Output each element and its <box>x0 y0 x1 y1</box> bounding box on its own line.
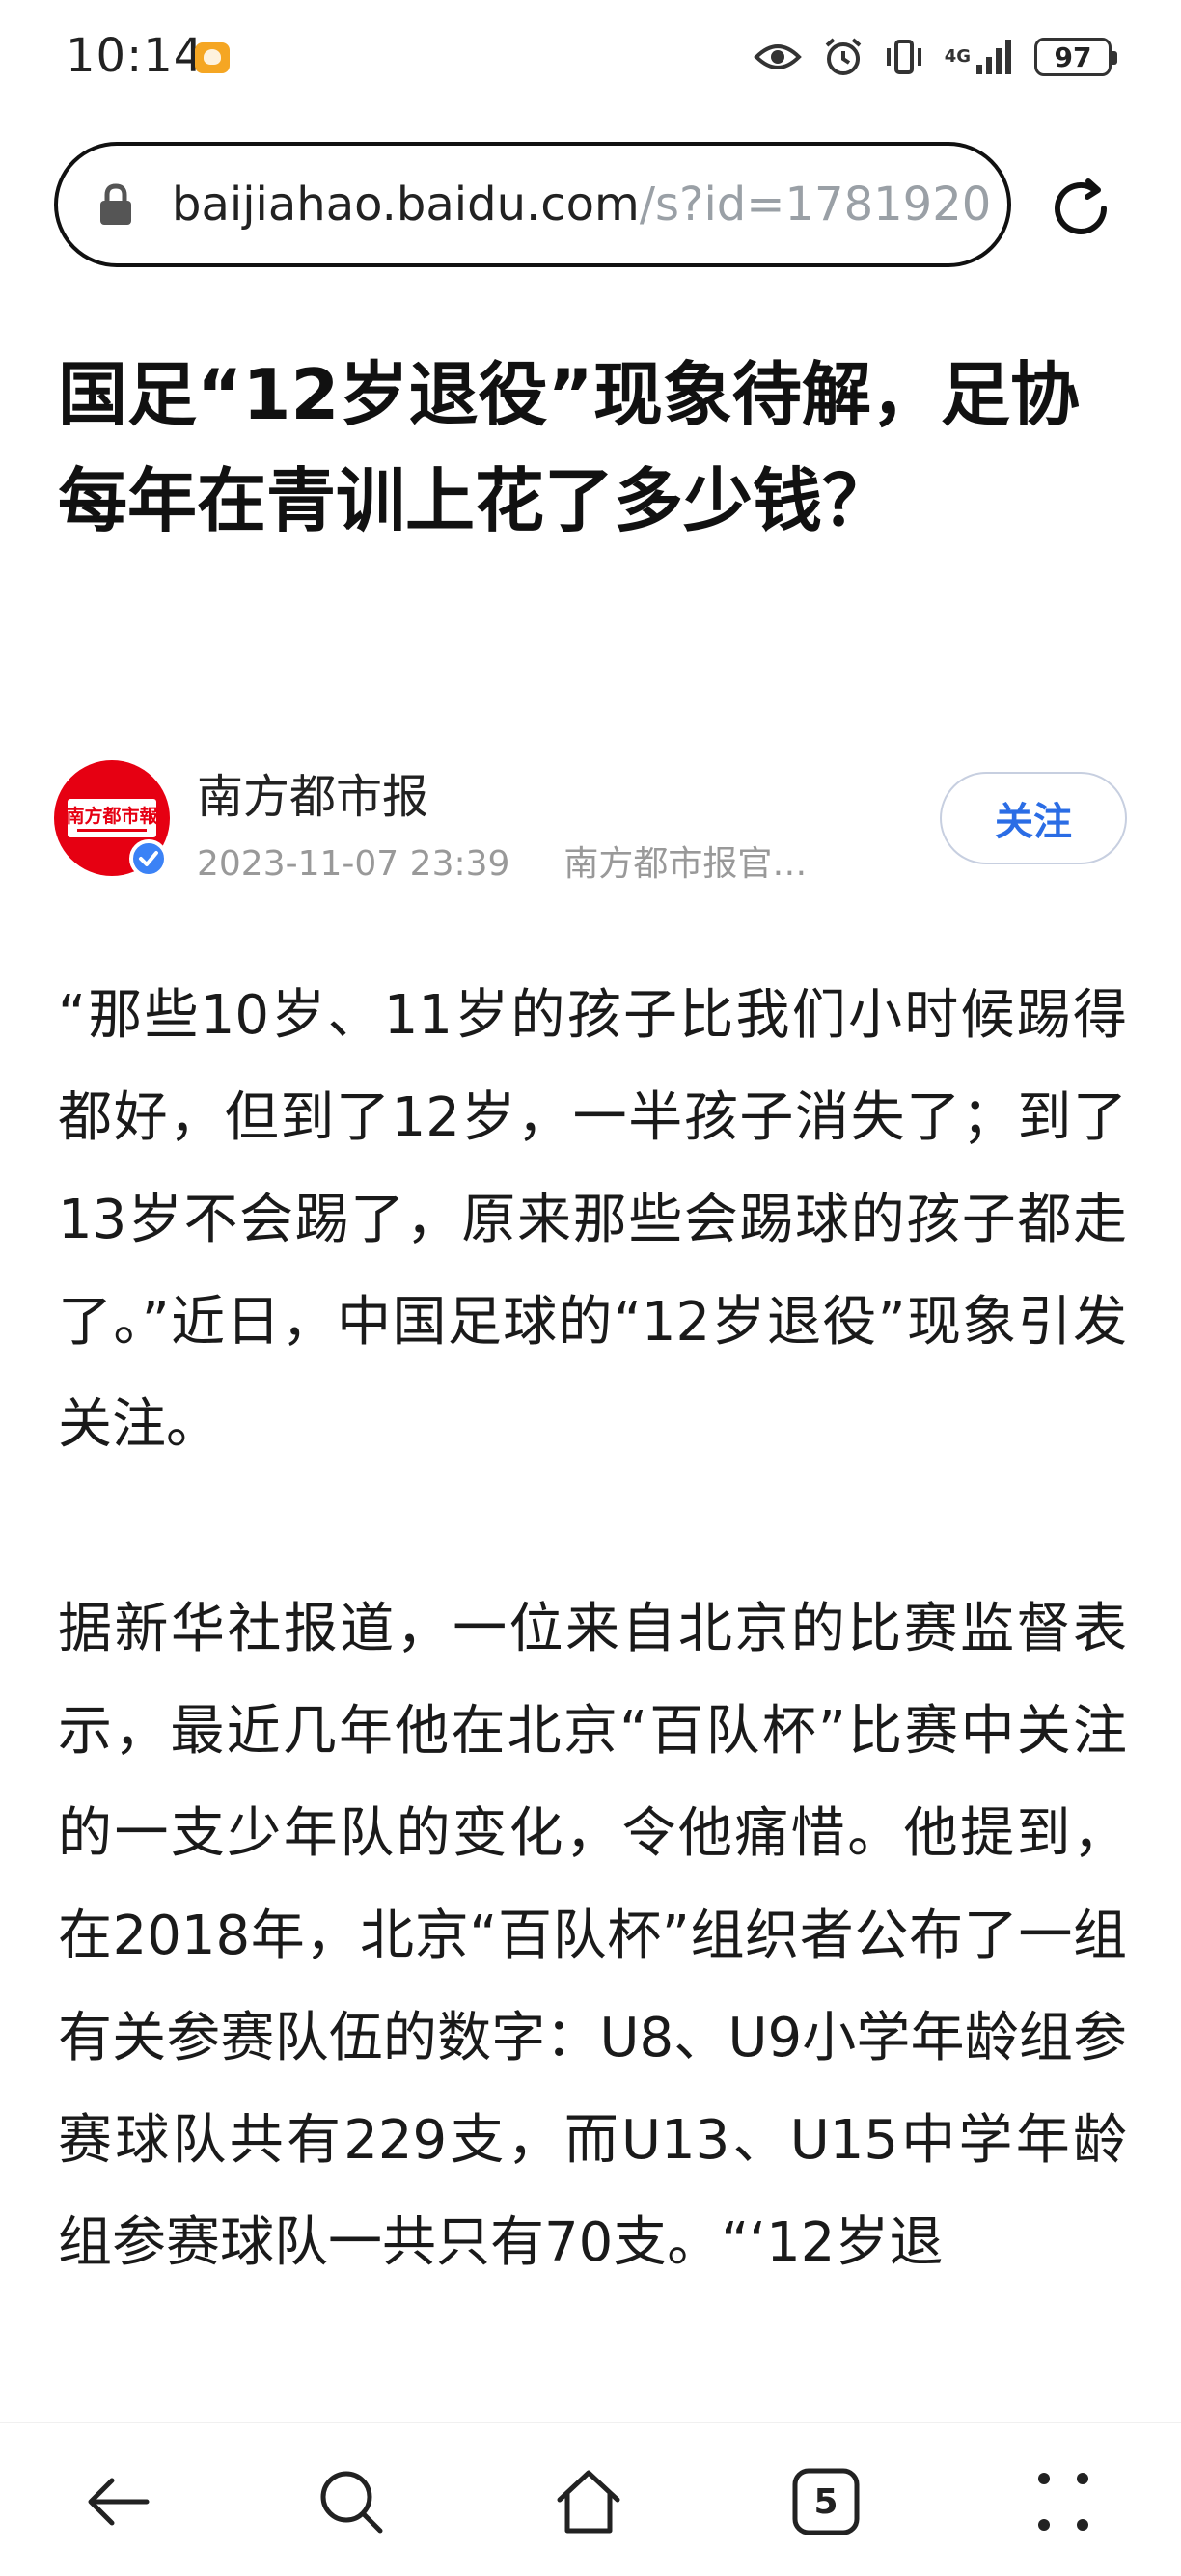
author-meta: 2023-11-07 23:39 南方都市报官… <box>197 836 807 886</box>
search-icon[interactable] <box>315 2465 388 2538</box>
home-icon[interactable] <box>552 2465 625 2538</box>
url-path: /s?id=1781920 <box>639 178 992 232</box>
status-bar: 10:14 4G 97 <box>0 0 1181 114</box>
battery-icon: 97 <box>1034 38 1117 76</box>
article-body: “那些10岁、11岁的孩子比我们小时候踢得都好，但到了12岁，一半孩子消失了；到… <box>58 965 1127 2412</box>
vibrate-icon <box>885 37 923 77</box>
tab-count: 5 <box>813 2481 838 2522</box>
follow-button[interactable]: 关注 <box>940 772 1127 864</box>
more-icon[interactable] <box>1027 2465 1100 2538</box>
author-name[interactable]: 南方都市报 <box>197 758 428 826</box>
url-host: baijiahao.baidu.com <box>172 178 640 232</box>
back-icon[interactable] <box>81 2465 154 2538</box>
verified-badge-icon <box>129 839 168 878</box>
alarm-icon <box>823 37 864 77</box>
address-bar[interactable]: baijiahao.baidu.com/s?id=1781920 <box>54 142 1011 267</box>
app-notification-icon <box>195 42 230 73</box>
bottom-navigation: 5 <box>0 2422 1181 2576</box>
network-type: 4G <box>944 46 971 67</box>
eye-icon <box>753 40 802 74</box>
article-paragraph: 据新华社报道，一位来自北京的比赛监督表示，最近几年他在北京“百队杯”比赛中关注的… <box>58 1598 1127 2274</box>
author-logo-text: 南方都市報 <box>68 805 156 827</box>
author-logo: 南方都市報 <box>68 799 156 837</box>
reload-icon[interactable] <box>1046 174 1115 243</box>
status-time: 10:14 <box>66 29 205 83</box>
tabs-icon[interactable]: 5 <box>789 2465 863 2538</box>
lock-icon[interactable] <box>98 182 133 227</box>
article-paragraph: “那些10岁、11岁的孩子比我们小时候踢得都好，但到了12岁，一半孩子消失了；到… <box>58 984 1127 1456</box>
url-text[interactable]: baijiahao.baidu.com/s?id=1781920 <box>172 178 991 232</box>
author-source: 南方都市报官… <box>563 844 808 884</box>
status-icons: 4G 97 <box>753 33 1117 81</box>
signal-icon: 4G <box>945 38 1013 76</box>
publish-date: 2023-11-07 23:39 <box>197 844 510 884</box>
article-title: 国足“12岁退役”现象待解，足协每年在青训上花了多少钱？ <box>58 354 1080 541</box>
